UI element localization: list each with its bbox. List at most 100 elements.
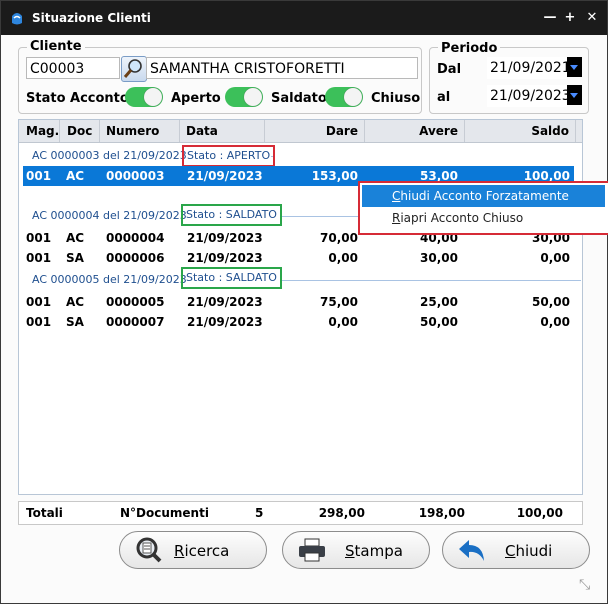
cell-doc: SA [66, 315, 84, 329]
cell-data: 21/09/2023 [187, 231, 263, 245]
cell-mag: 001 [26, 315, 52, 329]
cell-numero: 0000003 [106, 169, 165, 183]
grid-header: Mag. Doc Numero Data Dare Avere Saldo [19, 120, 582, 143]
totals-label: Totali [26, 506, 63, 520]
cell-dare: 0,00 [328, 315, 358, 329]
cell-mag: 001 [26, 231, 52, 245]
cell-data: 21/09/2023 [187, 315, 263, 329]
dal-label: Dal [437, 62, 462, 77]
window-body: Cliente C00003 SAMANTHA CRISTOFORETTI St… [1, 35, 608, 603]
cliente-code-field[interactable]: C00003 [26, 57, 120, 79]
cell-saldo: 0,00 [540, 315, 570, 329]
group-header[interactable]: AC 0000003 del 21/09/2023 [19, 146, 582, 166]
totale-avere: 198,00 [418, 506, 465, 520]
table-row[interactable]: 001 AC 0000005 21/09/2023 75,00 25,00 50… [19, 292, 582, 312]
group-title: AC 0000004 del 21/09/2023 [32, 209, 187, 222]
status-badge: Stato : SALDATO [181, 204, 282, 226]
stato-acconto-toggle[interactable] [125, 87, 163, 107]
cell-mag: 001 [26, 295, 52, 309]
chiudi-label: Chiudi [505, 542, 553, 560]
col-data[interactable]: Data [180, 120, 265, 142]
cell-saldo: 50,00 [532, 295, 570, 309]
status-badge: Stato : APERTO [182, 145, 276, 167]
cell-data: 21/09/2023 [187, 169, 263, 183]
status-badge: Stato : SALDATO [181, 267, 282, 289]
col-mag[interactable]: Mag. [19, 120, 60, 142]
cell-numero: 0000006 [106, 251, 165, 265]
chiuso-label: Chiuso [371, 91, 421, 106]
table-row[interactable]: 001 SA 0000007 21/09/2023 0,00 50,00 0,0… [19, 312, 582, 332]
cell-doc: AC [66, 295, 85, 309]
menu-item-riapri-acconto[interactable]: Riapri Acconto Chiuso [362, 207, 605, 229]
totale-dare: 298,00 [318, 506, 365, 520]
stampa-label: Stampa [345, 542, 403, 560]
col-dare[interactable]: Dare [265, 120, 365, 142]
cell-dare: 0,00 [328, 251, 358, 265]
documenti-count: 5 [255, 506, 264, 520]
cell-avere: 30,00 [420, 251, 458, 265]
printer-icon [299, 538, 325, 562]
al-dropdown-icon[interactable] [567, 85, 582, 105]
dal-date-field[interactable]: 21/09/2021 [487, 57, 571, 79]
stampa-button[interactable]: Stampa [282, 531, 430, 569]
group-title: AC 0000005 del 21/09/2023 [32, 273, 187, 286]
title-bar: Situazione Clienti — + ✕ [1, 1, 607, 35]
col-avere[interactable]: Avere [365, 120, 465, 142]
ricerca-label: Ricerca [174, 542, 230, 560]
stato-acconto-label: Stato Acconto [26, 91, 129, 106]
window-title: Situazione Clienti [32, 11, 151, 25]
cell-dare: 70,00 [320, 231, 358, 245]
al-label: al [437, 90, 451, 105]
cell-data: 21/09/2023 [187, 251, 263, 265]
al-date-field[interactable]: 21/09/2023 [487, 85, 571, 107]
saldato-toggle[interactable] [325, 87, 363, 107]
app-logo-icon [12, 13, 22, 25]
situazione-clienti-window: Situazione Clienti — + ✕ Cliente C00003 … [0, 0, 608, 604]
cell-mag: 001 [26, 251, 52, 265]
periodo-group-label: Periodo [438, 41, 501, 56]
magnifier-icon [123, 59, 142, 78]
maximize-button[interactable]: + [562, 10, 578, 26]
table-row[interactable]: 001 SA 0000006 21/09/2023 0,00 30,00 0,0… [19, 248, 582, 268]
col-numero[interactable]: Numero [100, 120, 180, 142]
menu-item-label: Chiudi Acconto Forzatamente [392, 189, 569, 203]
resize-grip-icon[interactable]: ⤡ [579, 577, 595, 593]
aperto-label: Aperto [171, 91, 221, 106]
cell-mag: 001 [26, 169, 52, 183]
cell-numero: 0000004 [106, 231, 165, 245]
movimenti-grid[interactable]: Mag. Doc Numero Data Dare Avere Saldo AC… [18, 119, 583, 495]
chiudi-button[interactable]: Chiudi [442, 531, 590, 569]
saldato-label: Saldato [271, 91, 327, 106]
group-title: AC 0000003 del 21/09/2023 [32, 149, 187, 162]
context-menu: Chiudi Acconto Forzatamente Riapri Accon… [358, 181, 608, 235]
search-cliente-button[interactable] [121, 56, 147, 82]
documenti-label: N°Documenti [120, 506, 209, 520]
cell-avere: 25,00 [420, 295, 458, 309]
col-doc[interactable]: Doc [60, 120, 100, 142]
dal-dropdown-icon[interactable] [567, 57, 582, 77]
cell-dare: 75,00 [320, 295, 358, 309]
cliente-group-label: Cliente [27, 39, 85, 54]
search-document-icon [136, 537, 162, 563]
cell-numero: 0000007 [106, 315, 165, 329]
cliente-name-field[interactable]: SAMANTHA CRISTOFORETTI [146, 57, 418, 79]
totals-bar: Totali N°Documenti 5 298,00 198,00 100,0… [18, 501, 583, 525]
totale-saldo: 100,00 [516, 506, 563, 520]
cell-doc: AC [66, 169, 85, 183]
cell-saldo: 0,00 [540, 251, 570, 265]
cell-dare: 153,00 [311, 169, 358, 183]
back-arrow-icon [459, 540, 484, 561]
aperto-toggle[interactable] [225, 87, 263, 107]
menu-item-chiudi-acconto[interactable]: Chiudi Acconto Forzatamente [362, 185, 605, 207]
menu-item-label: Riapri Acconto Chiuso [392, 211, 524, 225]
cell-data: 21/09/2023 [187, 295, 263, 309]
group-header[interactable]: AC 0000005 del 21/09/2023 [19, 270, 582, 290]
close-window-button[interactable]: ✕ [584, 10, 600, 26]
cell-numero: 0000005 [106, 295, 165, 309]
col-saldo[interactable]: Saldo [465, 120, 576, 142]
cell-doc: AC [66, 231, 85, 245]
cell-doc: SA [66, 251, 84, 265]
minimize-button[interactable]: — [542, 10, 558, 26]
ricerca-button[interactable]: Ricerca [119, 531, 267, 569]
cell-avere: 50,00 [420, 315, 458, 329]
